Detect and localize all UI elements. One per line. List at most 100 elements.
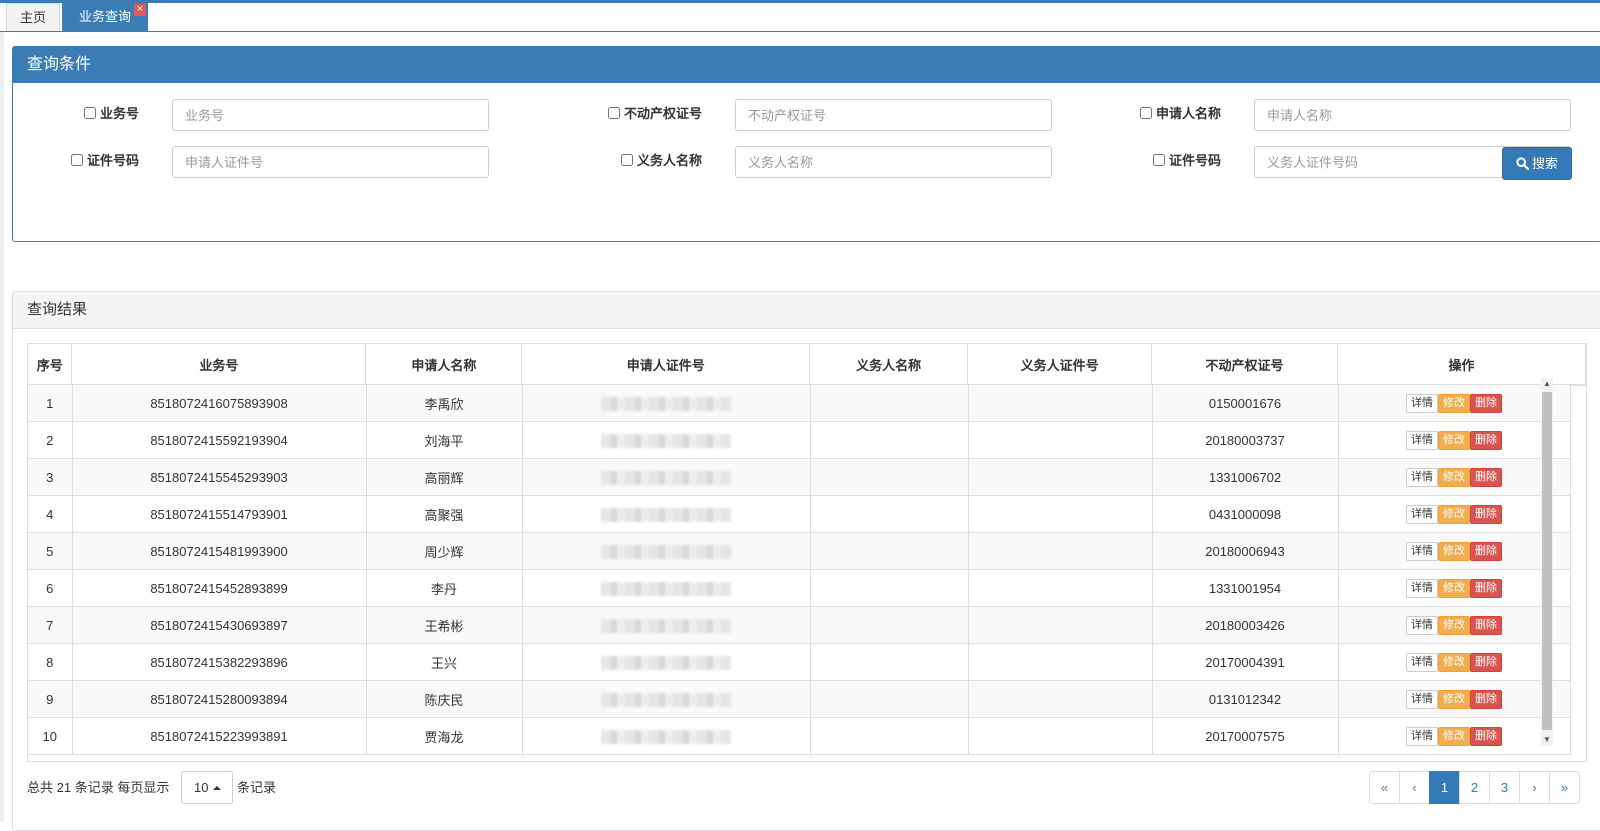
delete-button[interactable]: 删除 — [1470, 652, 1502, 672]
page-size-value: 10 — [194, 780, 209, 795]
page-first-button[interactable]: « — [1369, 771, 1400, 804]
edit-button[interactable]: 修改 — [1438, 689, 1470, 709]
delete-button[interactable]: 删除 — [1470, 615, 1502, 635]
delete-button[interactable]: 删除 — [1470, 541, 1502, 561]
results-table: 序号 业务号 申请人名称 申请人证件号 义务人名称 义务人证件号 不动产权证号 … — [27, 343, 1587, 762]
table-row: 8 8518072415382293896 王兴 20170004391 详情 修改 删除 — [28, 643, 1571, 681]
delete-button[interactable]: 删除 — [1470, 726, 1502, 746]
cell-obligor-id — [968, 643, 1153, 681]
applicant-id-input[interactable] — [172, 146, 489, 178]
detail-button[interactable]: 详情 — [1406, 393, 1438, 413]
scroll-down-arrow-icon[interactable]: ▼ — [1541, 734, 1553, 746]
cell-property-cert-no: 20180003426 — [1152, 606, 1339, 644]
cell-index: 9 — [28, 680, 73, 718]
column-header-obligor-id: 义务人证件号 — [967, 344, 1153, 386]
per-page-suffix: 条记录 — [237, 780, 277, 795]
cell-property-cert-no: 0150001676 — [1152, 385, 1339, 422]
obligor-id-checkbox[interactable] — [1153, 154, 1165, 166]
cell-applicant-id — [522, 606, 811, 644]
applicant-id-checkbox[interactable] — [71, 154, 83, 166]
edit-button[interactable]: 修改 — [1438, 504, 1470, 524]
table-scrollbar[interactable]: ▲ ▼ — [1541, 378, 1553, 746]
redacted-id-block — [601, 692, 731, 707]
obligor-name-input[interactable] — [735, 146, 1052, 178]
redacted-id-block — [601, 433, 731, 448]
detail-button[interactable]: 详情 — [1406, 652, 1438, 672]
detail-button[interactable]: 详情 — [1406, 615, 1438, 635]
search-button[interactable]: 搜索 — [1502, 147, 1572, 180]
delete-button[interactable]: 删除 — [1470, 430, 1502, 450]
cell-obligor-id — [968, 606, 1153, 644]
cell-applicant-name: 陈庆民 — [366, 680, 523, 718]
detail-button[interactable]: 详情 — [1406, 541, 1438, 561]
redacted-id-block — [601, 618, 731, 633]
detail-button[interactable]: 详情 — [1406, 689, 1438, 709]
cell-actions: 详情 修改 删除 — [1338, 606, 1571, 644]
page-1-button[interactable]: 1 — [1429, 771, 1460, 804]
cell-obligor-name — [810, 606, 969, 644]
detail-button[interactable]: 详情 — [1406, 726, 1438, 746]
cell-actions: 详情 修改 删除 — [1338, 532, 1571, 570]
cell-property-cert-no: 20180003737 — [1152, 421, 1339, 459]
cell-applicant-name: 高聚强 — [366, 495, 523, 533]
edit-button[interactable]: 修改 — [1438, 393, 1470, 413]
obligor-name-checkbox[interactable] — [621, 154, 633, 166]
delete-button[interactable]: 删除 — [1470, 467, 1502, 487]
close-icon[interactable]: × — [134, 4, 146, 16]
page-size-select[interactable]: 10 — [181, 771, 233, 804]
page-next-button[interactable]: › — [1519, 771, 1550, 804]
scroll-up-arrow-icon[interactable]: ▲ — [1541, 378, 1553, 390]
page-3-button[interactable]: 3 — [1489, 771, 1520, 804]
detail-button[interactable]: 详情 — [1406, 578, 1438, 598]
delete-button[interactable]: 删除 — [1470, 393, 1502, 413]
edit-button[interactable]: 修改 — [1438, 615, 1470, 635]
detail-button[interactable]: 详情 — [1406, 430, 1438, 450]
query-panel: 查询条件 — [12, 46, 1600, 242]
property-cert-checkbox[interactable] — [608, 107, 620, 119]
delete-button[interactable]: 删除 — [1470, 689, 1502, 709]
property-cert-input[interactable] — [735, 99, 1052, 131]
column-header-business-no: 业务号 — [71, 344, 367, 386]
redacted-id-block — [601, 396, 731, 411]
cell-applicant-id — [522, 717, 811, 755]
table-row: 2 8518072415592193904 刘海平 20180003737 详情 修改 删除 — [28, 421, 1571, 459]
tab-home[interactable]: 主页 — [6, 3, 60, 31]
cell-property-cert-no: 1331006702 — [1152, 458, 1339, 496]
cell-actions: 详情 修改 删除 — [1338, 643, 1571, 681]
table-row: 9 8518072415280093894 陈庆民 0131012342 详情 修改 删除 — [28, 680, 1571, 718]
cell-index: 2 — [28, 421, 73, 459]
edit-button[interactable]: 修改 — [1438, 726, 1470, 746]
cell-applicant-name: 高丽辉 — [366, 458, 523, 496]
applicant-name-checkbox[interactable] — [1140, 107, 1152, 119]
page-2-button[interactable]: 2 — [1459, 771, 1490, 804]
cell-business-no: 8518072415223993891 — [72, 717, 367, 755]
table-row: 4 8518072415514793901 高聚强 0431000098 详情 修改 删除 — [28, 495, 1571, 533]
applicant-name-input[interactable] — [1254, 99, 1571, 131]
cell-actions: 详情 修改 删除 — [1338, 680, 1571, 718]
edit-button[interactable]: 修改 — [1438, 578, 1470, 598]
business-no-input[interactable] — [172, 99, 489, 131]
tab-business-query[interactable]: 业务查询 × — [62, 3, 148, 31]
delete-button[interactable]: 删除 — [1470, 578, 1502, 598]
detail-button[interactable]: 详情 — [1406, 467, 1438, 487]
edit-button[interactable]: 修改 — [1438, 430, 1470, 450]
delete-button[interactable]: 删除 — [1470, 504, 1502, 524]
page-last-button[interactable]: » — [1549, 771, 1580, 804]
cell-obligor-name — [810, 569, 969, 607]
cell-obligor-id — [968, 717, 1153, 755]
applicant-name-label: 申请人名称 — [1156, 106, 1222, 121]
detail-button[interactable]: 详情 — [1406, 504, 1438, 524]
total-count: 21 — [56, 780, 72, 795]
business-no-checkbox[interactable] — [84, 107, 96, 119]
cell-applicant-id — [522, 421, 811, 459]
edit-button[interactable]: 修改 — [1438, 652, 1470, 672]
edit-button[interactable]: 修改 — [1438, 541, 1470, 561]
page-prev-button[interactable]: ‹ — [1399, 771, 1430, 804]
edit-button[interactable]: 修改 — [1438, 467, 1470, 487]
obligor-id-label: 证件号码 — [1169, 153, 1222, 168]
cell-actions: 详情 修改 删除 — [1338, 717, 1571, 755]
cell-property-cert-no: 1331001954 — [1152, 569, 1339, 607]
cell-business-no: 8518072415452893899 — [72, 569, 367, 607]
cell-applicant-id — [522, 495, 811, 533]
scrollbar-thumb[interactable] — [1542, 392, 1552, 730]
